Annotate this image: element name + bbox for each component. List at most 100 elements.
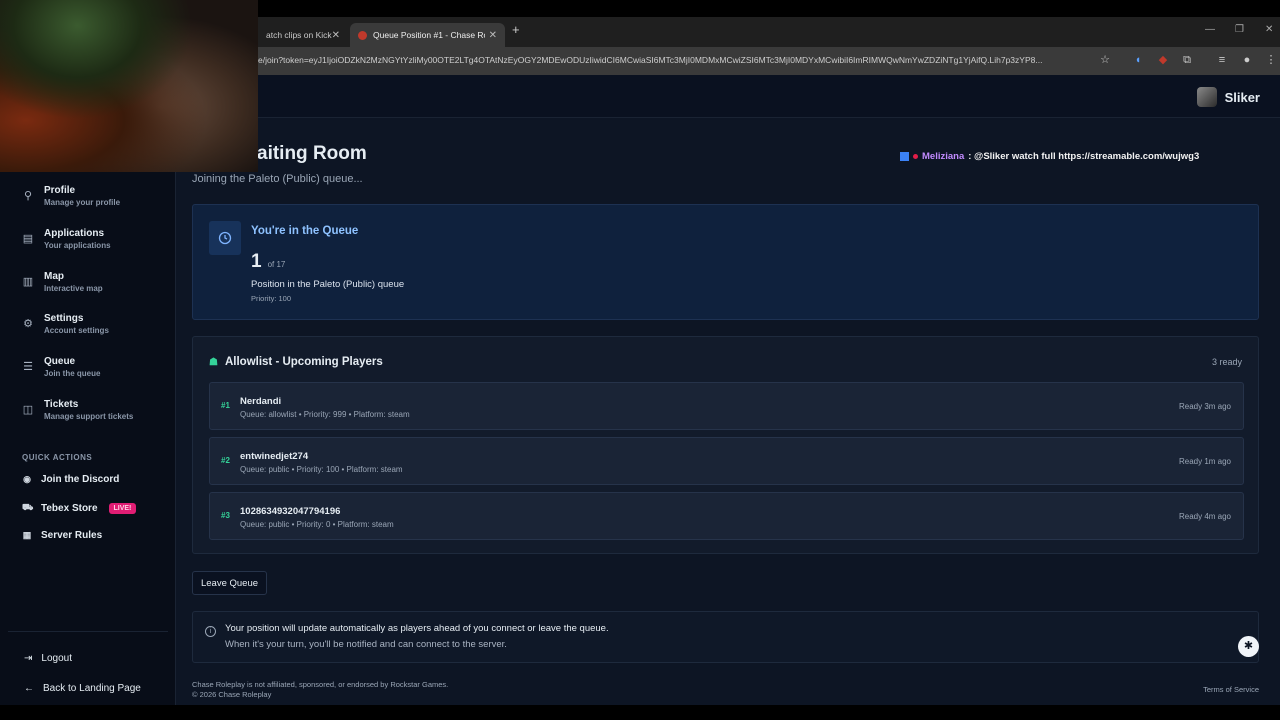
map-icon: ▥ bbox=[22, 276, 34, 288]
back-to-landing-link[interactable]: ← Back to Landing Page bbox=[24, 683, 141, 694]
page-footer: Chase Roleplay is not affiliated, sponso… bbox=[192, 680, 448, 700]
minimize-icon[interactable]: — bbox=[1205, 24, 1215, 35]
top-bar: Sliker bbox=[176, 75, 1280, 118]
discord-icon: ◉ bbox=[23, 474, 31, 484]
new-tab-icon[interactable]: + bbox=[512, 22, 520, 37]
logout-button[interactable]: ⇥ Logout bbox=[24, 653, 72, 664]
player-ready-time: Ready 4m ago bbox=[1178, 512, 1231, 521]
sidebar-item-sub: Account settings bbox=[44, 326, 109, 335]
footer-disclaimer: Chase Roleplay is not affiliated, sponso… bbox=[192, 680, 449, 689]
sidebar-item-settings[interactable]: ⚙ Settings Account settings bbox=[22, 313, 109, 335]
user-name: Sliker bbox=[1224, 89, 1260, 105]
quick-action-label: Server Rules bbox=[41, 530, 103, 541]
favicon-icon bbox=[358, 30, 367, 40]
sidebar-item-label: Map bbox=[44, 271, 64, 282]
sidebar-item-label: Applications bbox=[44, 228, 105, 239]
rules-icon: ▦ bbox=[22, 530, 32, 540]
document-icon: ▤ bbox=[22, 233, 34, 245]
footer-copyright: © 2026 Chase Roleplay bbox=[192, 690, 272, 699]
tab-title: atch clips on Kick bbox=[266, 30, 332, 40]
player-index: #3 bbox=[221, 511, 230, 520]
sidebar-item-applications[interactable]: ▤ Applications Your applications bbox=[22, 228, 111, 250]
sidebar-item-label: Tickets bbox=[44, 399, 79, 410]
chat-dot-icon bbox=[913, 154, 918, 159]
close-icon[interactable]: ✕ bbox=[332, 30, 340, 41]
close-window-icon[interactable]: ✕ bbox=[1265, 24, 1273, 35]
chat-message: : @Sliker watch full https://streamable.… bbox=[968, 151, 1200, 162]
info-line-2: When it's your turn, you'll be notified … bbox=[225, 639, 507, 650]
list-icon: ☰ bbox=[23, 361, 33, 373]
close-icon[interactable]: ✕ bbox=[489, 30, 497, 41]
sidebar-item-queue[interactable]: ☰ Queue Join the queue bbox=[22, 356, 100, 378]
users-icon: ☗ bbox=[209, 356, 218, 368]
queue-total: of 17 bbox=[267, 260, 286, 269]
sidebar-item-label: Settings bbox=[44, 313, 84, 324]
cart-icon: ⛟ bbox=[22, 502, 34, 512]
gear-icon: ⚙ bbox=[23, 318, 33, 330]
player-row: #2 entwinedjet274 Queue: public • Priori… bbox=[209, 437, 1244, 485]
sidebar-item-sub: Your applications bbox=[44, 241, 111, 250]
player-name: entwinedjet274 bbox=[240, 451, 309, 462]
sidebar-item-tickets[interactable]: ◫ Tickets Manage support tickets bbox=[22, 399, 134, 421]
sidebar-item-sub: Join the queue bbox=[44, 369, 101, 378]
sidebar-item-sub: Manage support tickets bbox=[44, 412, 134, 421]
terms-link[interactable]: Terms of Service bbox=[1203, 685, 1259, 694]
quick-action-label: Join the Discord bbox=[41, 474, 120, 485]
extension-shield-icon[interactable]: ◆ bbox=[1156, 53, 1170, 67]
chat-badge-icon bbox=[900, 152, 909, 161]
page-subtitle: Joining the Paleto (Public) queue... bbox=[192, 173, 363, 185]
allowlist-title: Allowlist - Upcoming Players bbox=[224, 356, 383, 368]
info-box: i Your position will update automaticall… bbox=[192, 611, 1259, 663]
sidebar-item-sub: Interactive map bbox=[44, 284, 103, 293]
browser-tab-kick[interactable]: atch clips on Kick ✕ bbox=[258, 23, 348, 47]
queue-title: You're in the Queue bbox=[251, 225, 359, 237]
player-ready-time: Ready 1m ago bbox=[1178, 457, 1231, 466]
profile-icon[interactable]: ● bbox=[1240, 53, 1254, 67]
sidebar-item-map[interactable]: ▥ Map Interactive map bbox=[22, 271, 103, 293]
user-menu[interactable]: Sliker bbox=[1196, 87, 1260, 107]
ticket-icon: ◫ bbox=[22, 404, 34, 416]
star-icon[interactable]: ☆ bbox=[1098, 53, 1112, 67]
info-line-1: Your position will update automatically … bbox=[225, 623, 609, 634]
extension-audio-icon[interactable]: ◖ bbox=[1131, 53, 1145, 67]
queue-priority: Priority: 100 bbox=[251, 294, 292, 303]
chat-nick: Meliziana bbox=[922, 151, 965, 162]
info-icon: i bbox=[205, 626, 216, 637]
quick-action-label: Tebex Store bbox=[41, 502, 98, 514]
leave-queue-button[interactable]: Leave Queue bbox=[192, 571, 267, 595]
back-label: Back to Landing Page bbox=[43, 683, 141, 694]
maximize-icon[interactable]: ❐ bbox=[1235, 24, 1244, 35]
player-name: 1028634932047794196 bbox=[240, 506, 341, 517]
player-ready-time: Ready 3m ago bbox=[1178, 402, 1231, 411]
queue-position-number: 1 bbox=[251, 251, 262, 272]
user-icon: ⚲ bbox=[23, 190, 33, 202]
queue-status-card: You're in the Queue 1 of 17 Position in … bbox=[192, 204, 1259, 320]
sidebar-item-profile[interactable]: ⚲ Profile Manage your profile bbox=[22, 185, 120, 207]
cookie-icon[interactable]: ✱ bbox=[1238, 636, 1259, 657]
player-row: #3 1028634932047794196 Queue: public • P… bbox=[209, 492, 1244, 540]
media-icon[interactable]: ≡ bbox=[1215, 53, 1229, 67]
player-index: #2 bbox=[221, 456, 230, 465]
player-name: Nerdandi bbox=[240, 396, 282, 407]
allowlist-header: ☗ Allowlist - Upcoming Players bbox=[209, 356, 383, 368]
webcam-overlay bbox=[0, 0, 258, 172]
sidebar-item-label: Profile bbox=[44, 185, 76, 196]
url-text[interactable]: e/join?token=eyJ1IjoiODZkN2MzNGYtYzliMy0… bbox=[258, 55, 1093, 65]
logout-label: Logout bbox=[41, 653, 72, 664]
arrow-left-icon: ← bbox=[24, 683, 34, 694]
player-row: #1 Nerdandi Queue: allowlist • Priority:… bbox=[209, 382, 1244, 430]
logout-icon: ⇥ bbox=[24, 653, 33, 664]
join-discord-link[interactable]: ◉ Join the Discord bbox=[22, 474, 119, 485]
tebex-store-link[interactable]: ⛟ Tebex Store LIVE! bbox=[22, 502, 137, 514]
sidebar-divider bbox=[8, 631, 168, 632]
player-index: #1 bbox=[221, 401, 230, 410]
page-title: aiting Room bbox=[257, 143, 367, 164]
quick-actions-title: QUICK ACTIONS bbox=[22, 453, 93, 462]
puzzle-icon[interactable]: ⧉ bbox=[1180, 53, 1194, 67]
queue-description: Position in the Paleto (Public) queue bbox=[251, 279, 405, 290]
kebab-menu-icon[interactable]: ⋮ bbox=[1264, 53, 1278, 67]
clock-icon bbox=[209, 221, 241, 255]
tab-title: Queue Position #1 - Chase Role bbox=[373, 30, 485, 40]
browser-tab-queue[interactable]: Queue Position #1 - Chase Role ✕ bbox=[350, 23, 505, 47]
server-rules-link[interactable]: ▦ Server Rules bbox=[22, 530, 102, 541]
